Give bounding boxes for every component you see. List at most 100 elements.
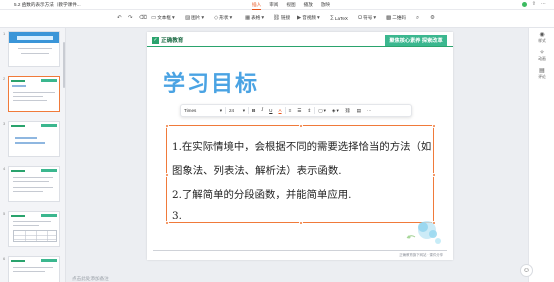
qrcode-icon: ▩ <box>386 15 392 21</box>
footer-text: 正确教育旗下网站 · 课件分享 <box>399 253 443 257</box>
thumb-text-line <box>13 221 51 222</box>
menu-tabs: 插入 审阅 视图 播放 放映 <box>252 1 330 10</box>
border-button[interactable]: ▢ ▾ <box>315 108 329 114</box>
objective-line-4[interactable]: 3. <box>172 210 182 222</box>
header-divider <box>147 46 453 47</box>
objective-line-2[interactable]: 图象法、列表法、解析法）表示函数. <box>172 162 342 177</box>
thumb-tag <box>41 124 57 127</box>
chevron-down-icon: ▾ <box>336 107 339 113</box>
image-button[interactable]: ▨ 图片 ▾ <box>185 15 204 21</box>
qrcode-button[interactable]: ▩ 二维码 <box>386 15 406 21</box>
settings-icon: ⚙ <box>430 15 435 21</box>
animation-panel-button[interactable]: ✧ 动画 <box>529 50 554 62</box>
chevron-down-icon: ▾ <box>172 15 175 21</box>
font-size-select[interactable]: 24 ▾ <box>226 108 248 114</box>
symbol-button[interactable]: Ω 符号 ▾ <box>358 15 376 21</box>
align-button[interactable]: ≡ <box>286 108 295 113</box>
font-family-value: Times <box>184 108 197 113</box>
chevron-down-icon: ▾ <box>201 15 205 21</box>
doc-title[interactable]: 5.2 函数的表示方法（教学课件... <box>14 2 81 8</box>
slide-thumbnail-2[interactable] <box>8 76 60 112</box>
resize-handle[interactable] <box>164 220 169 225</box>
image-icon: ▨ <box>185 15 191 21</box>
shape-button[interactable]: ◇ 形状 ▾ <box>214 15 232 21</box>
underline-button[interactable]: U <box>266 108 275 113</box>
italic-button[interactable]: I <box>258 108 266 113</box>
objective-line-3[interactable]: 2.了解简单的分段函数，并能简单应用. <box>172 186 351 201</box>
comment-icon: ▤ <box>539 68 545 74</box>
thumbnails-scrollbar[interactable] <box>63 42 65 88</box>
slide-thumbnail-6[interactable] <box>8 256 60 282</box>
textbox-button[interactable]: ▭ 文本框 ▾ <box>151 15 175 21</box>
resize-handle[interactable] <box>164 173 169 177</box>
link-button[interactable]: ⛓ 链接 <box>273 15 290 21</box>
bold-button[interactable]: B <box>249 108 258 113</box>
resize-handle[interactable] <box>431 123 436 128</box>
tab-play[interactable]: 播放 <box>304 1 313 10</box>
slide-thumbnail-1[interactable] <box>8 31 60 67</box>
link-icon: ⛓ <box>344 107 351 113</box>
slide-thumbnail-5[interactable] <box>8 211 60 247</box>
tab-view[interactable]: 视图 <box>286 1 295 10</box>
slide-thumbnails-panel: 1 2 3 4 5 6 <box>0 28 66 282</box>
undo-button[interactable]: ↶ <box>117 15 122 21</box>
palette-icon: ◉ <box>539 32 545 38</box>
ribbon-toolbar: ↶ ↷ ⌫ ▭ 文本框 ▾ ▨ 图片 ▾ ◇ 形状 ▾ ▦ 表格 ▾ ⛓ 链接 ▶ 音视频 ▾ ∑ La… <box>0 10 554 28</box>
top-right-controls: ⇪ ⋯ <box>521 2 546 7</box>
thumb-brand-bar <box>11 215 25 217</box>
font-color-button[interactable]: A <box>275 108 284 113</box>
slide-number: 3 <box>3 121 6 126</box>
objective-line-1[interactable]: 1.在实际情境中，会根据不同的需要选择恰当的方法（如 <box>172 138 431 153</box>
resize-handle[interactable] <box>299 123 303 128</box>
tab-slideshow[interactable]: 放映 <box>321 1 330 10</box>
more-options-button[interactable]: ··· <box>364 108 375 113</box>
audio-video-button[interactable]: ▶ 音视频 ▾ <box>297 15 320 21</box>
slide-number: 5 <box>3 211 6 216</box>
selected-text-box[interactable]: 1.在实际情境中，会根据不同的需要选择恰当的方法（如 图象法、列表法、解析法）表… <box>164 123 436 225</box>
thumb-text-line <box>21 53 49 54</box>
text-format-toolbar: Times ▾ 24 ▾ B I U A ≡ ☰ ⇕ ▢ ▾ ◈ ▾ ⛓ ▤ ·… <box>180 104 412 117</box>
resize-handle[interactable] <box>431 173 436 177</box>
style-panel-button[interactable]: ◉ 样式 <box>529 32 554 44</box>
tab-insert[interactable]: 插入 <box>252 1 262 10</box>
slide-thumbnail-4[interactable] <box>8 166 60 202</box>
current-slide[interactable]: ✓ 正确教育 聚焦核心素养 探索改革 学习目标 Times ▾ 24 ▾ B I U… <box>147 32 453 260</box>
animation-icon: ✧ <box>539 50 545 56</box>
notes-placeholder[interactable]: 点击此处添加备注 <box>72 276 109 282</box>
comment-label: 评论 <box>538 75 546 79</box>
formula-icon: ∑ <box>330 15 334 21</box>
slide-number: 4 <box>3 166 6 171</box>
list-button[interactable]: ☰ <box>294 108 304 114</box>
resize-handle[interactable] <box>299 220 303 225</box>
more-icon[interactable]: ⋯ <box>541 2 546 7</box>
list-icon: ☰ <box>297 107 302 113</box>
settings-button[interactable]: ⚙ <box>430 15 435 21</box>
search-button[interactable]: ⌕ <box>416 15 419 22</box>
qrcode-label: 二维码 <box>392 15 406 20</box>
slide-number: 2 <box>3 76 6 81</box>
chevron-down-icon: ▾ <box>317 15 320 21</box>
ai-assistant-icon[interactable]: ☺ <box>520 264 533 277</box>
line-spacing-button[interactable]: ⇕ <box>304 108 314 114</box>
table-button[interactable]: ▦ 表格 ▾ <box>245 15 264 21</box>
link-format-button[interactable]: ⛓ <box>342 108 354 114</box>
slide-thumbnail-3[interactable] <box>8 121 60 157</box>
slide-title[interactable]: 学习目标 <box>163 66 259 98</box>
chevron-down-icon: ▾ <box>323 107 326 113</box>
share-icon[interactable]: ⇪ <box>532 2 536 7</box>
latex-button[interactable]: ∑ LaTeX <box>330 15 348 21</box>
font-family-select[interactable]: Times ▾ <box>181 108 225 114</box>
comment-button[interactable]: ▤ <box>354 108 364 114</box>
chevron-down-icon: ▾ <box>219 107 222 113</box>
comment-panel-button[interactable]: ▤ 评论 <box>529 68 554 80</box>
thumb-text-line <box>15 142 45 144</box>
tab-review[interactable]: 审阅 <box>269 1 278 10</box>
fill-button[interactable]: ◈ ▾ <box>329 108 342 114</box>
resize-handle[interactable] <box>164 123 169 128</box>
flower-decoration <box>406 221 441 244</box>
redo-button[interactable]: ↷ <box>128 15 133 21</box>
table-label: 表格 <box>251 15 261 20</box>
brand-logo: ✓ 正确教育 <box>152 36 183 44</box>
thumb-heading <box>12 85 26 87</box>
format-painter-button[interactable]: ⌫ <box>139 15 147 21</box>
